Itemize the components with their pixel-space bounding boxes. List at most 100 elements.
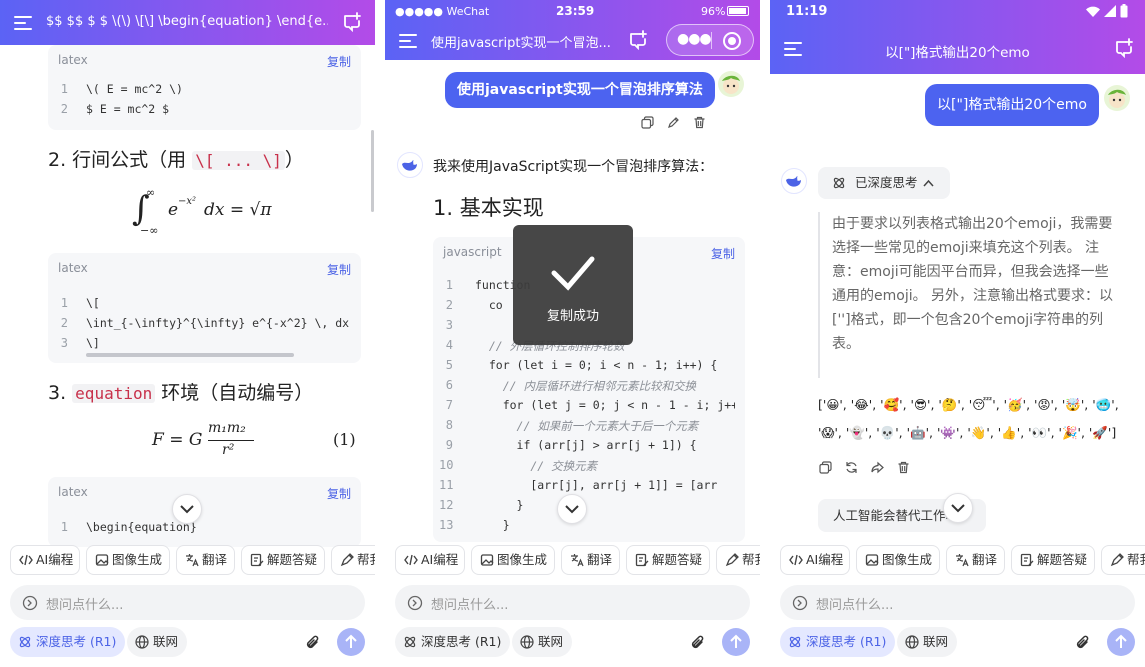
chip-problem-solving[interactable]: 解题答疑: [1011, 545, 1095, 575]
web-search-toggle[interactable]: 联网: [897, 627, 958, 657]
arrow-up-icon: [730, 634, 742, 648]
code-line: for (let i = 0; i < n - 1; i++) {: [475, 358, 718, 372]
chip-translate[interactable]: 翻译: [176, 545, 235, 575]
regenerate-icon[interactable]: [845, 461, 858, 474]
chip-problem-solving[interactable]: 解题答疑: [626, 545, 710, 575]
edit-doc-icon: [1020, 553, 1034, 567]
new-chat-icon[interactable]: [628, 30, 648, 50]
prompt-icon: [22, 595, 38, 611]
user-avatar[interactable]: [1104, 85, 1130, 111]
scroll-down-button[interactable]: [172, 494, 202, 524]
question-input[interactable]: 想问点什么...: [780, 585, 1135, 620]
close-miniprogram-icon[interactable]: [723, 32, 741, 50]
deep-think-toggle[interactable]: 深度思考 (R1): [780, 627, 896, 657]
copy-icon[interactable]: [819, 461, 832, 474]
translate-icon: [956, 554, 969, 567]
chip-ai-coding[interactable]: AI编程: [395, 545, 465, 575]
code-line: }: [475, 498, 524, 512]
chip-image-gen[interactable]: 图像生成: [856, 545, 940, 575]
checkmark-icon: [551, 256, 595, 291]
header-title: $$ $$ $ $ \(\) \[\] \begin{equation} \en…: [46, 14, 328, 29]
chip-help-me[interactable]: 帮我: [716, 545, 760, 575]
toast-text: 复制成功: [546, 309, 599, 324]
send-button[interactable]: [337, 628, 365, 656]
chevron-down-icon: [180, 505, 194, 514]
bot-avatar: [397, 152, 423, 178]
line-number: 7: [445, 398, 453, 412]
edit-icon[interactable]: [667, 116, 680, 129]
formula-gravitation: F = G m₁m₂ r²: [152, 420, 262, 462]
code-icon: [789, 554, 803, 566]
code-line: \int_{-\infty}^{\infty} e^{-x^2} \, dx =: [86, 316, 356, 330]
image-icon: [95, 554, 109, 566]
pane-latex-demo: $$ $$ $ $ \(\) \[\] \begin{equation} \en…: [0, 0, 375, 667]
web-search-toggle[interactable]: 联网: [512, 627, 573, 657]
web-search-toggle[interactable]: 联网: [127, 627, 188, 657]
arrow-up-icon: [345, 634, 357, 648]
code-lang-label: latex: [58, 485, 88, 499]
line-number: 4: [445, 338, 453, 352]
question-input[interactable]: 想问点什么...: [395, 585, 750, 620]
question-input[interactable]: 想问点什么...: [10, 585, 365, 620]
code-block-3: latex 复制 1 \begin{equation}: [48, 477, 361, 547]
status-time: 23:59: [556, 4, 595, 18]
copy-button[interactable]: 复制: [327, 261, 351, 278]
chip-image-gen[interactable]: 图像生成: [471, 545, 555, 575]
whale-logo-icon: [786, 176, 801, 187]
edit-doc-icon: [635, 553, 649, 567]
attachment-icon[interactable]: [690, 634, 706, 652]
more-icon[interactable]: ●●●: [677, 31, 712, 47]
battery-icon: [727, 6, 749, 16]
quick-action-bar: AI编程 图像生成 翻译 解题答疑 帮我: [0, 545, 375, 575]
header-title: 以["]格式输出20个emo: [885, 45, 1030, 61]
line-number: 9: [445, 438, 453, 452]
code-lang-label: javascript: [443, 245, 502, 259]
chip-problem-solving[interactable]: 解题答疑: [241, 545, 325, 575]
code-line: \]: [86, 336, 100, 350]
scroll-down-button[interactable]: [557, 494, 587, 524]
share-icon[interactable]: [871, 461, 884, 474]
code-line: $ E = mc^2 $: [86, 102, 170, 116]
scroll-down-button[interactable]: [943, 493, 973, 523]
chip-image-gen[interactable]: 图像生成: [86, 545, 170, 575]
line-number: 5: [445, 358, 453, 372]
deep-think-collapse-toggle[interactable]: 已深度思考: [818, 167, 950, 199]
chip-ai-coding[interactable]: AI编程: [10, 545, 80, 575]
chip-ai-coding[interactable]: AI编程: [780, 545, 850, 575]
deep-think-toggle[interactable]: 深度思考 (R1): [10, 627, 126, 657]
menu-icon[interactable]: [14, 16, 32, 30]
copy-button[interactable]: 复制: [327, 485, 351, 502]
copy-icon[interactable]: [641, 116, 654, 129]
chip-translate[interactable]: 翻译: [946, 545, 1005, 575]
new-chat-icon[interactable]: [1114, 38, 1134, 58]
send-button[interactable]: [722, 628, 750, 656]
section-heading-3: 3. equation 环境（自动编号）: [48, 382, 314, 404]
vertical-scrollbar[interactable]: [371, 130, 374, 212]
miniprogram-capsule: ●●●: [666, 24, 754, 56]
user-message: 以["]格式输出20个emo: [925, 84, 1099, 126]
horizontal-scrollbar[interactable]: [86, 353, 294, 357]
copy-button[interactable]: 复制: [711, 245, 735, 262]
line-number: 8: [445, 418, 453, 432]
trash-icon[interactable]: [897, 461, 910, 474]
trash-icon[interactable]: [693, 116, 706, 129]
signal-icon: [1104, 5, 1116, 17]
line-number: 6: [445, 378, 453, 392]
attachment-icon[interactable]: [1075, 634, 1091, 652]
prompt-icon: [792, 595, 808, 611]
bot-intro-text: 我来使用JavaScript实现一个冒泡排序算法：: [433, 159, 714, 175]
attachment-icon[interactable]: [305, 634, 321, 652]
chip-help-me[interactable]: 帮我: [331, 545, 375, 575]
code-line: // 如果前一个元素大于后一个元素: [475, 419, 699, 433]
deep-think-toggle[interactable]: 深度思考 (R1): [395, 627, 511, 657]
copy-button[interactable]: 复制: [327, 53, 351, 70]
new-chat-icon[interactable]: [342, 12, 362, 32]
emoji-list-answer: ['😀', '😂', '🥰', '😎', '🤔', '😴', '🥳', '😡',…: [818, 391, 1143, 447]
chip-help-me[interactable]: 帮我: [1101, 545, 1145, 575]
send-button[interactable]: [1107, 628, 1135, 656]
code-line: if (arr[j] > arr[j + 1]) {: [475, 438, 697, 452]
chip-translate[interactable]: 翻译: [561, 545, 620, 575]
header-bar: $$ $$ $ $ \(\) \[\] \begin{equation} \en…: [0, 0, 375, 45]
menu-icon[interactable]: [399, 34, 417, 48]
user-avatar[interactable]: [718, 71, 744, 97]
